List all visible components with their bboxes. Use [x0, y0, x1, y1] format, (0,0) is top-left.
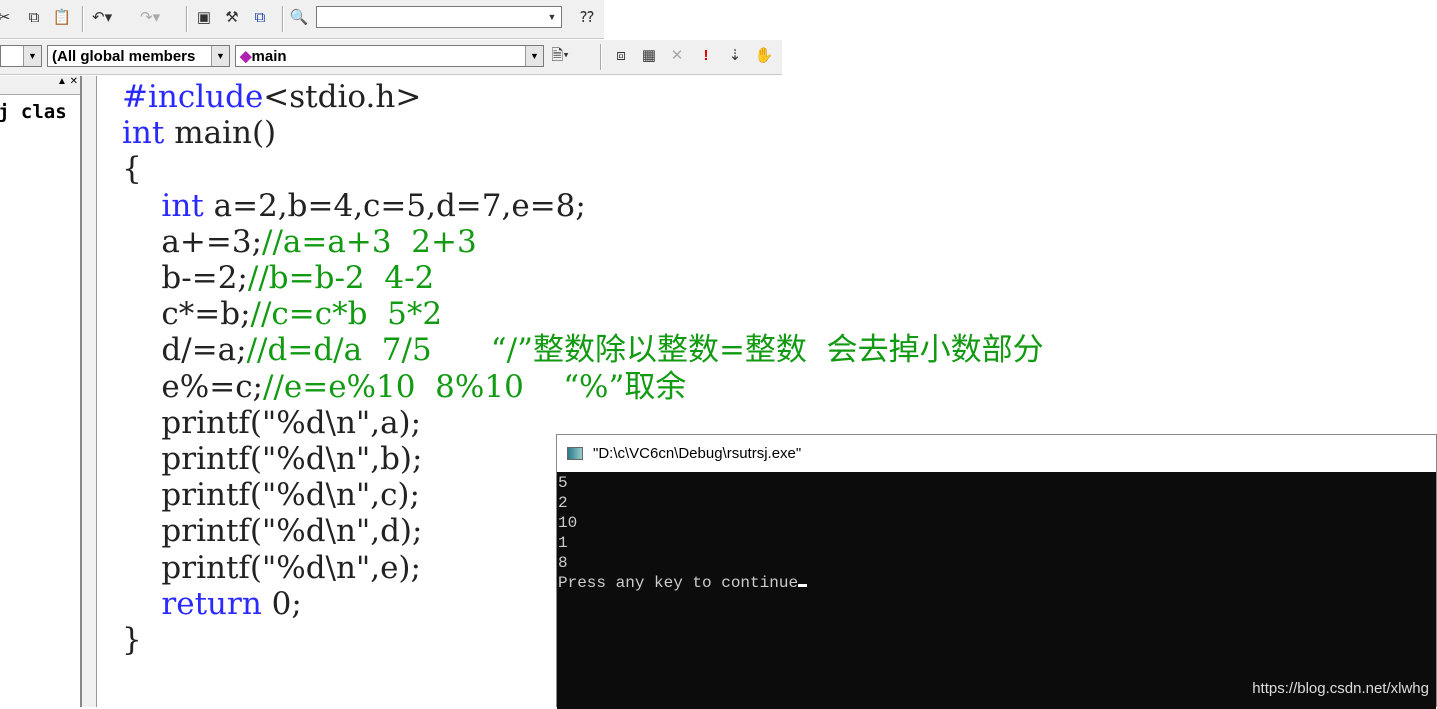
code-line[interactable]: b-=2;//b=b-2 4-2 [122, 260, 1044, 296]
console-line: 1 [558, 534, 568, 552]
find-combo-arrow-icon[interactable]: ▼ [542, 7, 562, 27]
console-line: Press any key to continue [558, 573, 1436, 593]
code-token-text: printf("%d\n",c); [122, 477, 420, 514]
code-line[interactable]: d/=a;//d=d/a 7/5 “/”整数除以整数=整数 会去掉小数部分 [122, 332, 1044, 369]
function-combo-value: main [251, 48, 287, 65]
chevron-down-icon[interactable]: ▼ [211, 46, 229, 66]
code-token-text: a=2,b=4,c=5,d=7,e=8; [203, 187, 586, 224]
workspace-panel: ▲ ✕ j clas [0, 76, 82, 707]
class-combo[interactable]: (All global members ▼ [47, 45, 230, 67]
execute-icon[interactable]: ! [696, 46, 716, 66]
undo-icon[interactable]: ↶▾ [92, 8, 112, 28]
copy-icon[interactable]: ⧉ [24, 8, 44, 28]
console-title-bar[interactable]: "D:\c\VC6cn\Debug\rsutrsj.exe" [557, 435, 1436, 472]
watermark: https://blog.csdn.net/xlwhg [1252, 680, 1429, 697]
code-token-text: 0; [261, 585, 302, 622]
wizard-toolbar: ▼ (All global members ▼ ◆main ▼ 🗎▾ ⧈ ▦ ✕ !… [0, 40, 782, 75]
chevron-down-icon[interactable]: ▼ [23, 46, 41, 66]
code-token-text: <stdio.h> [263, 79, 422, 115]
editor-gutter [82, 76, 97, 707]
workspace-icon[interactable]: ▣ [194, 8, 214, 28]
code-line[interactable]: e%=c;//e=e%10 8%10 “%”取余 [122, 369, 1044, 405]
code-token-text: main() [164, 115, 277, 152]
code-token-keyword: #include [122, 79, 264, 115]
code-line[interactable]: #include<stdio.h> [122, 79, 1044, 115]
code-token-comment: //b=b-2 4-2 [247, 260, 435, 297]
compile-icon[interactable]: ⧈ [611, 46, 631, 66]
cursor [798, 584, 808, 587]
code-token-text: } [122, 622, 142, 659]
code-line[interactable]: a+=3;//a=a+3 2+3 [122, 224, 1044, 260]
code-token-text: a+=3; [122, 223, 263, 260]
console-line: 5 [558, 474, 568, 492]
console-line: 8 [558, 554, 568, 572]
find-in-files-icon[interactable]: 🔍 [289, 8, 309, 28]
console-title: "D:\c\VC6cn\Debug\rsutrsj.exe" [593, 445, 802, 462]
console-output: 5 2 10 1 8 Press any key to continue [557, 472, 1436, 709]
code-token-comment: //a=a+3 2+3 [262, 223, 477, 260]
code-line[interactable]: c*=b;//c=c*b 5*2 [122, 296, 1044, 332]
code-token-keyword: return [161, 585, 262, 622]
code-token-text: e%=c; [122, 368, 263, 405]
function-combo[interactable]: ◆main ▼ [235, 45, 544, 67]
breakpoint-hand-icon[interactable]: ✋ [754, 46, 774, 66]
code-token-text: { [122, 151, 142, 188]
wizard-actions-icon[interactable]: 🗎▾ [550, 46, 570, 66]
console-window[interactable]: "D:\c\VC6cn\Debug\rsutrsj.exe" 5 2 10 1 8 Pre… [556, 434, 1437, 709]
code-token-text: c*=b; [122, 296, 251, 333]
code-line[interactable]: int a=2,b=4,c=5,d=7,e=8; [122, 188, 1044, 224]
code-token-text: printf("%d\n",a); [122, 404, 422, 441]
code-token-text: b-=2; [122, 260, 248, 297]
build-icon[interactable]: ▦ [639, 46, 659, 66]
console-line: 2 [558, 494, 568, 512]
window-list-icon[interactable]: ⧉ [250, 8, 270, 28]
paste-icon[interactable]: 📋 [52, 8, 72, 28]
console-app-icon [567, 447, 583, 460]
code-token-keyword: int [161, 187, 204, 224]
code-token-comment: //d=d/a 7/5 “/”整数除以整数=整数 会去掉小数部分 [246, 332, 1044, 369]
code-token-text: d/=a; [122, 332, 247, 369]
code-token-comment: //c=c*b 5*2 [250, 296, 443, 333]
code-line[interactable]: int main() [122, 115, 1044, 151]
code-token-text: printf("%d\n",d); [122, 513, 423, 550]
panel-controls[interactable]: ▲ ✕ [0, 76, 80, 95]
code-token-text: printf("%d\n",e); [122, 549, 421, 586]
class-combo-value: (All global members [52, 48, 196, 65]
code-line[interactable]: { [122, 151, 1044, 187]
code-token-comment: //e=e%10 8%10 “%”取余 [263, 368, 687, 405]
output-icon[interactable]: ⚒ [222, 8, 242, 28]
class-view-item[interactable]: j clas [0, 101, 80, 123]
cut-icon[interactable]: ✂ [0, 8, 14, 28]
search-icon[interactable]: ⁇ [577, 8, 597, 28]
standard-toolbar: ✂ ⧉ 📋 ↶▾ ↷▾ ▣ ⚒ ⧉ 🔍 ▼ ⁇ [0, 0, 604, 39]
redo-icon[interactable]: ↷▾ [140, 8, 160, 28]
go-icon[interactable]: ⇣ [725, 46, 745, 66]
chevron-down-icon[interactable]: ▼ [525, 46, 543, 66]
console-line: 10 [558, 514, 578, 532]
find-combo[interactable] [316, 6, 562, 28]
scope-combo[interactable]: ▼ [0, 45, 42, 67]
function-icon: ◆ [240, 48, 252, 65]
code-token-keyword: int [122, 115, 165, 152]
stop-build-icon[interactable]: ✕ [667, 46, 687, 66]
code-token-text: printf("%d\n",b); [122, 441, 423, 478]
